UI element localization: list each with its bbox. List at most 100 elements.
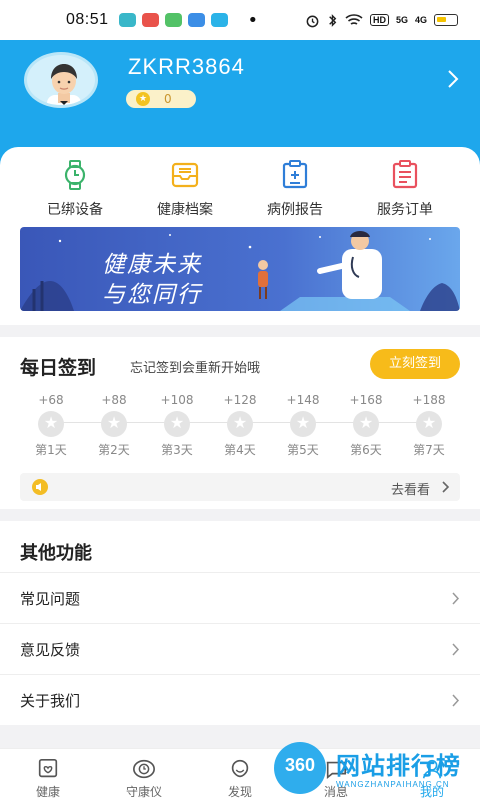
app-notification-icon <box>210 13 228 27</box>
day-label: 第4天 <box>224 443 256 457</box>
signin-day: +188 第7天 <box>398 393 460 458</box>
wifi-icon <box>345 14 363 25</box>
day-points: +188 <box>412 393 446 407</box>
star-icon <box>290 411 316 437</box>
tab-label: 健康 <box>35 785 60 799</box>
star-icon <box>227 411 253 437</box>
menu-item-label: 常见问题 <box>20 590 81 608</box>
notice-bar[interactable]: 去看看 <box>20 473 460 501</box>
star-icon <box>164 411 190 437</box>
order-clipboard-icon <box>392 160 418 189</box>
star-icon <box>101 411 127 437</box>
other-functions-title: 其他功能 <box>20 543 92 564</box>
day-label: 第5天 <box>287 443 319 457</box>
discover-icon <box>231 759 249 778</box>
banner-headline-line1: 健康未来 <box>102 252 202 278</box>
signin-day: +108 第3天 <box>146 393 208 458</box>
app-notification-icon <box>187 13 205 27</box>
system-status-icons: HD 5G 4G <box>305 13 458 28</box>
signin-day: +168 第6天 <box>335 393 397 458</box>
quick-item-health-records[interactable]: 健康档案 <box>130 159 240 219</box>
menu-item-about[interactable]: 关于我们 <box>0 674 480 725</box>
watermark-text: 网站排行榜 <box>336 752 461 780</box>
chevron-right-icon <box>452 694 460 707</box>
watch-icon <box>64 160 86 190</box>
report-clipboard-icon <box>282 160 308 189</box>
app-notification-icon <box>164 13 182 27</box>
day-points: +108 <box>160 393 194 407</box>
tab-health[interactable]: 健康 <box>0 749 96 800</box>
status-time: 08:51 <box>66 11 109 28</box>
chevron-right-icon <box>452 643 460 656</box>
coin-icon: ★ <box>136 92 150 106</box>
coin-count: 0 <box>164 92 172 106</box>
day-points: +88 <box>101 393 127 407</box>
health-icon <box>38 758 58 778</box>
star-icon <box>416 411 442 437</box>
day-points: +68 <box>38 393 64 407</box>
device-icon <box>133 759 155 779</box>
signin-button[interactable]: 立刻签到 <box>370 349 460 379</box>
quick-item-label: 已绑设备 <box>47 202 103 218</box>
menu-item-label: 意见反馈 <box>20 641 81 659</box>
signal-4g-icon: 4G <box>414 15 427 25</box>
avatar[interactable] <box>24 52 98 108</box>
day-label: 第7天 <box>413 443 445 457</box>
archive-tray-icon <box>171 162 199 188</box>
tab-device[interactable]: 守康仪 <box>96 749 192 800</box>
day-label: 第3天 <box>161 443 193 457</box>
speaker-icon <box>32 479 48 495</box>
other-functions-card: 其他功能 常见问题 意见反馈 关于我们 <box>0 521 480 725</box>
username: ZKRR3864 <box>128 54 245 79</box>
status-bar: 08:51 • HD 5G 4G <box>0 0 480 40</box>
watermark-subtext: WANGZHANPAIHANG.CN <box>336 780 450 789</box>
coin-balance[interactable]: ★ 0 <box>126 90 196 108</box>
chevron-right-icon[interactable] <box>446 68 460 90</box>
app-notification-icon <box>118 13 136 27</box>
daily-signin-card: 每日签到 忘记签到会重新开始哦 立刻签到 +68 第1天 +88 第2天 +10… <box>0 337 480 509</box>
star-icon <box>38 411 64 437</box>
alarm-icon <box>306 15 319 27</box>
day-label: 第2天 <box>98 443 130 457</box>
promo-banner[interactable]: 健康未来 与您同行 <box>20 227 460 311</box>
menu-item-feedback[interactable]: 意见反馈 <box>0 623 480 674</box>
signin-day: +128 第4天 <box>209 393 271 458</box>
watermark-badge: 360 <box>274 742 326 794</box>
more-notifications-dot: • <box>247 9 259 31</box>
banner-illustration-icon <box>20 231 460 311</box>
app-notification-icon <box>141 13 159 27</box>
quick-item-case-reports[interactable]: 病例报告 <box>240 159 350 219</box>
tab-label: 发现 <box>227 785 252 799</box>
quick-item-label: 服务订单 <box>377 202 433 218</box>
day-points: +128 <box>223 393 257 407</box>
signin-title: 每日签到 <box>20 357 97 379</box>
quick-items: 已绑设备 健康档案 病例报告 服务订单 <box>0 159 480 219</box>
banner-headline-line2: 与您同行 <box>102 282 202 308</box>
avatar-illustration-icon <box>47 64 81 105</box>
battery-icon <box>434 14 458 26</box>
quick-item-bound-devices[interactable]: 已绑设备 <box>20 159 130 219</box>
tab-label: 守康仪 <box>125 785 162 799</box>
menu-item-faq[interactable]: 常见问题 <box>0 572 480 623</box>
bluetooth-icon <box>329 13 337 27</box>
signal-5g-icon: 5G <box>395 15 408 25</box>
chevron-right-icon <box>442 481 450 493</box>
hd-icon: HD <box>369 14 389 26</box>
day-points: +148 <box>286 393 320 407</box>
quick-item-label: 病例报告 <box>267 202 323 218</box>
quick-item-label: 健康档案 <box>157 202 213 218</box>
day-label: 第6天 <box>350 443 382 457</box>
quick-access-card: 已绑设备 健康档案 病例报告 服务订单 健康未来 与您同行 <box>0 147 480 325</box>
site-watermark: 360 网站排行榜 WANGZHANPAIHANG.CN <box>270 740 480 800</box>
quick-item-service-orders[interactable]: 服务订单 <box>350 159 460 219</box>
star-icon <box>353 411 379 437</box>
day-label: 第1天 <box>35 443 67 457</box>
signin-day: +88 第2天 <box>83 393 145 458</box>
chevron-right-icon <box>452 592 460 605</box>
notice-link[interactable]: 去看看 <box>391 479 430 498</box>
signin-day: +68 第1天 <box>20 393 82 458</box>
day-points: +168 <box>349 393 383 407</box>
menu-item-label: 关于我们 <box>20 692 81 710</box>
signin-subtitle: 忘记签到会重新开始哦 <box>130 361 261 376</box>
signin-day: +148 第5天 <box>272 393 334 458</box>
